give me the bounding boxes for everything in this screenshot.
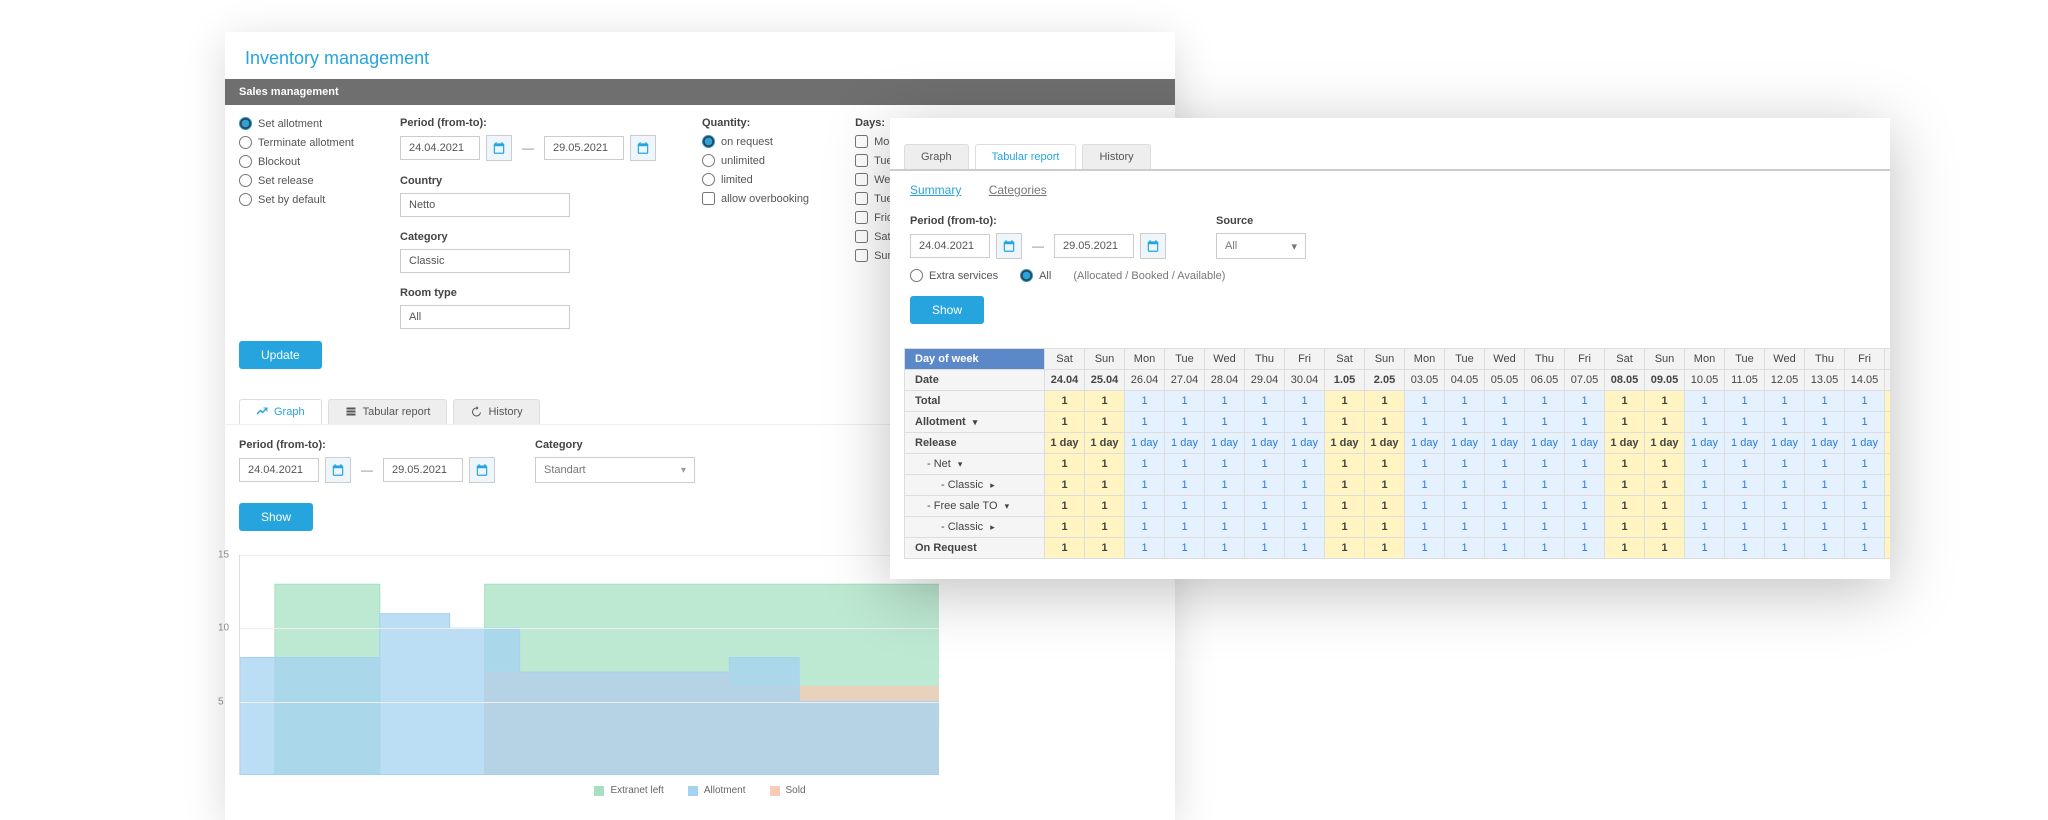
- report-filters: Period (from-to): — Source All ▾: [890, 201, 1890, 269]
- scope-all[interactable]: All: [1020, 269, 1051, 282]
- tab-graph[interactable]: Graph: [904, 144, 969, 169]
- country-label: Country: [400, 175, 656, 187]
- scope-extra[interactable]: Extra services: [910, 269, 998, 282]
- chart-legend: Extranet left Allotment Sold: [239, 785, 1161, 796]
- tab-graph[interactable]: Graph: [239, 399, 322, 424]
- update-button[interactable]: Update: [239, 341, 322, 369]
- graph-period-to[interactable]: [383, 458, 463, 482]
- tab-history[interactable]: History: [453, 399, 539, 424]
- period-from[interactable]: [400, 136, 480, 160]
- action-radio[interactable]: Set allotment: [239, 117, 354, 130]
- period-to[interactable]: [544, 136, 624, 160]
- report-panel: Graph Tabular report History Summary Cat…: [890, 118, 1890, 579]
- chevron-down-icon: ▾: [681, 465, 686, 476]
- calendar-icon[interactable]: [469, 457, 495, 483]
- category-label: Category: [400, 231, 656, 243]
- calendar-icon[interactable]: [486, 135, 512, 161]
- action-radio[interactable]: Blockout: [239, 155, 354, 168]
- chart: 51015 Extranet left Allotment Sold: [225, 545, 1175, 820]
- page-title: Inventory management: [225, 32, 1175, 79]
- quantity-col: Quantity: on request unlimited limited allo…: [702, 117, 809, 329]
- scope-row: Extra services All (Allocated / Booked /…: [890, 269, 1890, 296]
- report-period-from[interactable]: [910, 234, 990, 258]
- right-tabs: Graph Tabular report History: [890, 132, 1890, 171]
- category-input[interactable]: [400, 249, 570, 273]
- sub-summary[interactable]: Summary: [910, 183, 961, 197]
- source-select[interactable]: All ▾: [1216, 233, 1306, 259]
- sub-categories[interactable]: Categories: [989, 183, 1047, 197]
- quantity-option[interactable]: unlimited: [702, 154, 809, 167]
- tab-history[interactable]: History: [1082, 144, 1150, 169]
- action-radio[interactable]: Set by default: [239, 193, 354, 206]
- roomtype-label: Room type: [400, 287, 656, 299]
- quantity-option[interactable]: allow overbooking: [702, 192, 809, 205]
- report-show-button[interactable]: Show: [910, 296, 984, 324]
- calendar-icon[interactable]: [325, 457, 351, 483]
- roomtype-input[interactable]: [400, 305, 570, 329]
- chevron-down-icon: ▾: [1291, 240, 1297, 253]
- graph-category-select[interactable]: Standart ▾: [535, 457, 695, 483]
- section-bar: Sales management: [225, 79, 1175, 105]
- country-input[interactable]: [400, 193, 570, 217]
- quantity-option[interactable]: limited: [702, 173, 809, 186]
- sub-tabs: Summary Categories: [890, 171, 1890, 201]
- tab-tabular[interactable]: Tabular report: [328, 399, 448, 424]
- graph-period-from[interactable]: [239, 458, 319, 482]
- calendar-icon[interactable]: [630, 135, 656, 161]
- action-radios: Set allotment Terminate allotment Blockout…: [239, 117, 354, 329]
- quantity-option[interactable]: on request: [702, 135, 809, 148]
- graph-show-button[interactable]: Show: [239, 503, 313, 531]
- calendar-icon[interactable]: [1140, 233, 1166, 259]
- action-radio[interactable]: Set release: [239, 174, 354, 187]
- calendar-icon[interactable]: [996, 233, 1022, 259]
- period-range: —: [400, 135, 656, 161]
- tab-tabular[interactable]: Tabular report: [975, 144, 1077, 169]
- report-table: Day of weekSatSunMonTueWedThuFriSatSunMo…: [904, 348, 1890, 559]
- days-label: Days:: [855, 117, 885, 129]
- period-label: Period (from-to):: [400, 117, 656, 129]
- report-period-to[interactable]: [1054, 234, 1134, 258]
- period-col: Period (from-to): — Country Category Roo…: [400, 117, 656, 329]
- report-table-scroll[interactable]: Day of weekSatSunMonTueWedThuFriSatSunMo…: [890, 340, 1890, 579]
- action-radio[interactable]: Terminate allotment: [239, 136, 354, 149]
- quantity-label: Quantity:: [702, 117, 809, 129]
